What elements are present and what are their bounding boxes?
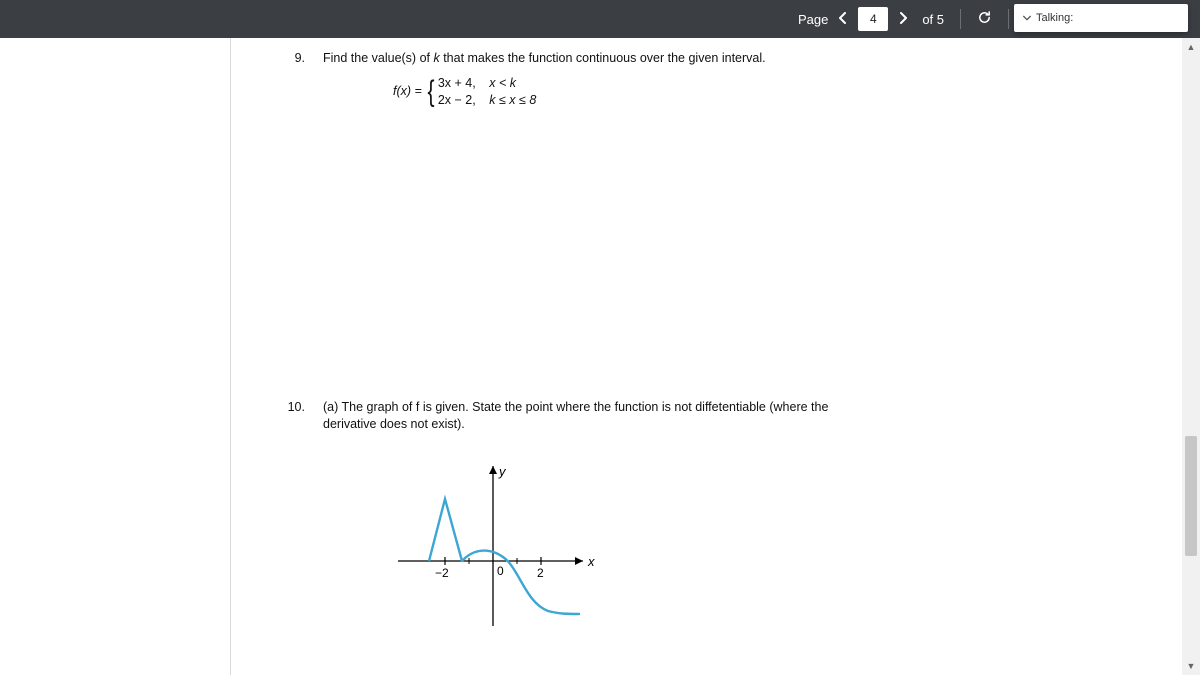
next-page-button[interactable] [894,7,912,31]
text: that makes the function continuous over … [440,51,766,65]
scroll-thumb[interactable] [1185,436,1197,556]
page-navigator: Page of 5 [798,0,1015,38]
scroll-up-button[interactable]: ▲ [1182,38,1200,56]
scroll-down-button[interactable]: ▼ [1182,657,1200,675]
document-page: 9. Find the value(s) of k that makes the… [260,50,940,644]
y-axis-arrow-icon [489,466,497,474]
piecewise-expr-2: 2x − 2, [438,93,476,107]
chevron-left-icon [838,12,848,24]
text: Find the value(s) of [323,51,433,65]
piecewise-expr-1: 3x + 4, [438,76,476,90]
chevron-down-icon [1022,13,1032,23]
piecewise-rows: 3x + 4, x < k 2x − 2, k ≤ x ≤ 8 [438,75,536,109]
question-prompt: (a) The graph of f is given. State the p… [323,399,843,637]
toolbar: Page of 5 Talking: [0,0,1200,38]
x-axis-arrow-icon [575,557,583,565]
left-brace-icon: { [427,77,434,107]
page-label: Page [798,12,828,27]
tick-label-2: 2 [537,566,544,580]
question-9: 9. Find the value(s) of k that makes the… [260,50,940,109]
toolbar-divider [960,9,961,29]
document-viewport: 9. Find the value(s) of k that makes the… [0,38,1182,675]
tick-label-neg2: −2 [435,566,449,580]
page-divider [230,38,231,675]
graph-svg: y x −2 0 2 [383,446,603,636]
prev-page-button[interactable] [834,7,852,31]
page-number-input[interactable] [858,7,888,31]
graph-figure: y x −2 0 2 [383,446,603,636]
refresh-button[interactable] [973,6,996,32]
axis-label-x: x [587,554,595,569]
vertical-scrollbar[interactable]: ▲ ▼ [1182,38,1200,675]
text: (a) The graph of f is given. State the p… [323,400,828,431]
axis-label-y: y [498,464,507,479]
graph-curve-left [429,499,462,561]
chevron-right-icon [898,12,908,24]
question-number: 9. [260,50,323,67]
refresh-icon [977,10,992,25]
question-10: 10. (a) The graph of f is given. State t… [260,399,940,637]
tick-label-0: 0 [497,564,504,578]
talking-label: Talking: [1036,12,1073,24]
question-prompt: Find the value(s) of k that makes the fu… [323,50,940,109]
graph-curve-right [462,551,579,614]
talking-panel[interactable]: Talking: [1014,4,1188,32]
piecewise-definition: f(x) = { 3x + 4, x < k 2x − 2, k ≤ x ≤ 8 [393,75,940,109]
page-of-label: of 5 [922,12,944,27]
toolbar-divider [1008,9,1009,29]
fx-label: f(x) = [393,83,422,100]
piecewise-cond-1: x < k [489,76,516,90]
piecewise-cond-2: k ≤ x ≤ 8 [489,93,536,107]
scroll-track[interactable] [1182,56,1200,657]
question-number: 10. [260,399,323,416]
